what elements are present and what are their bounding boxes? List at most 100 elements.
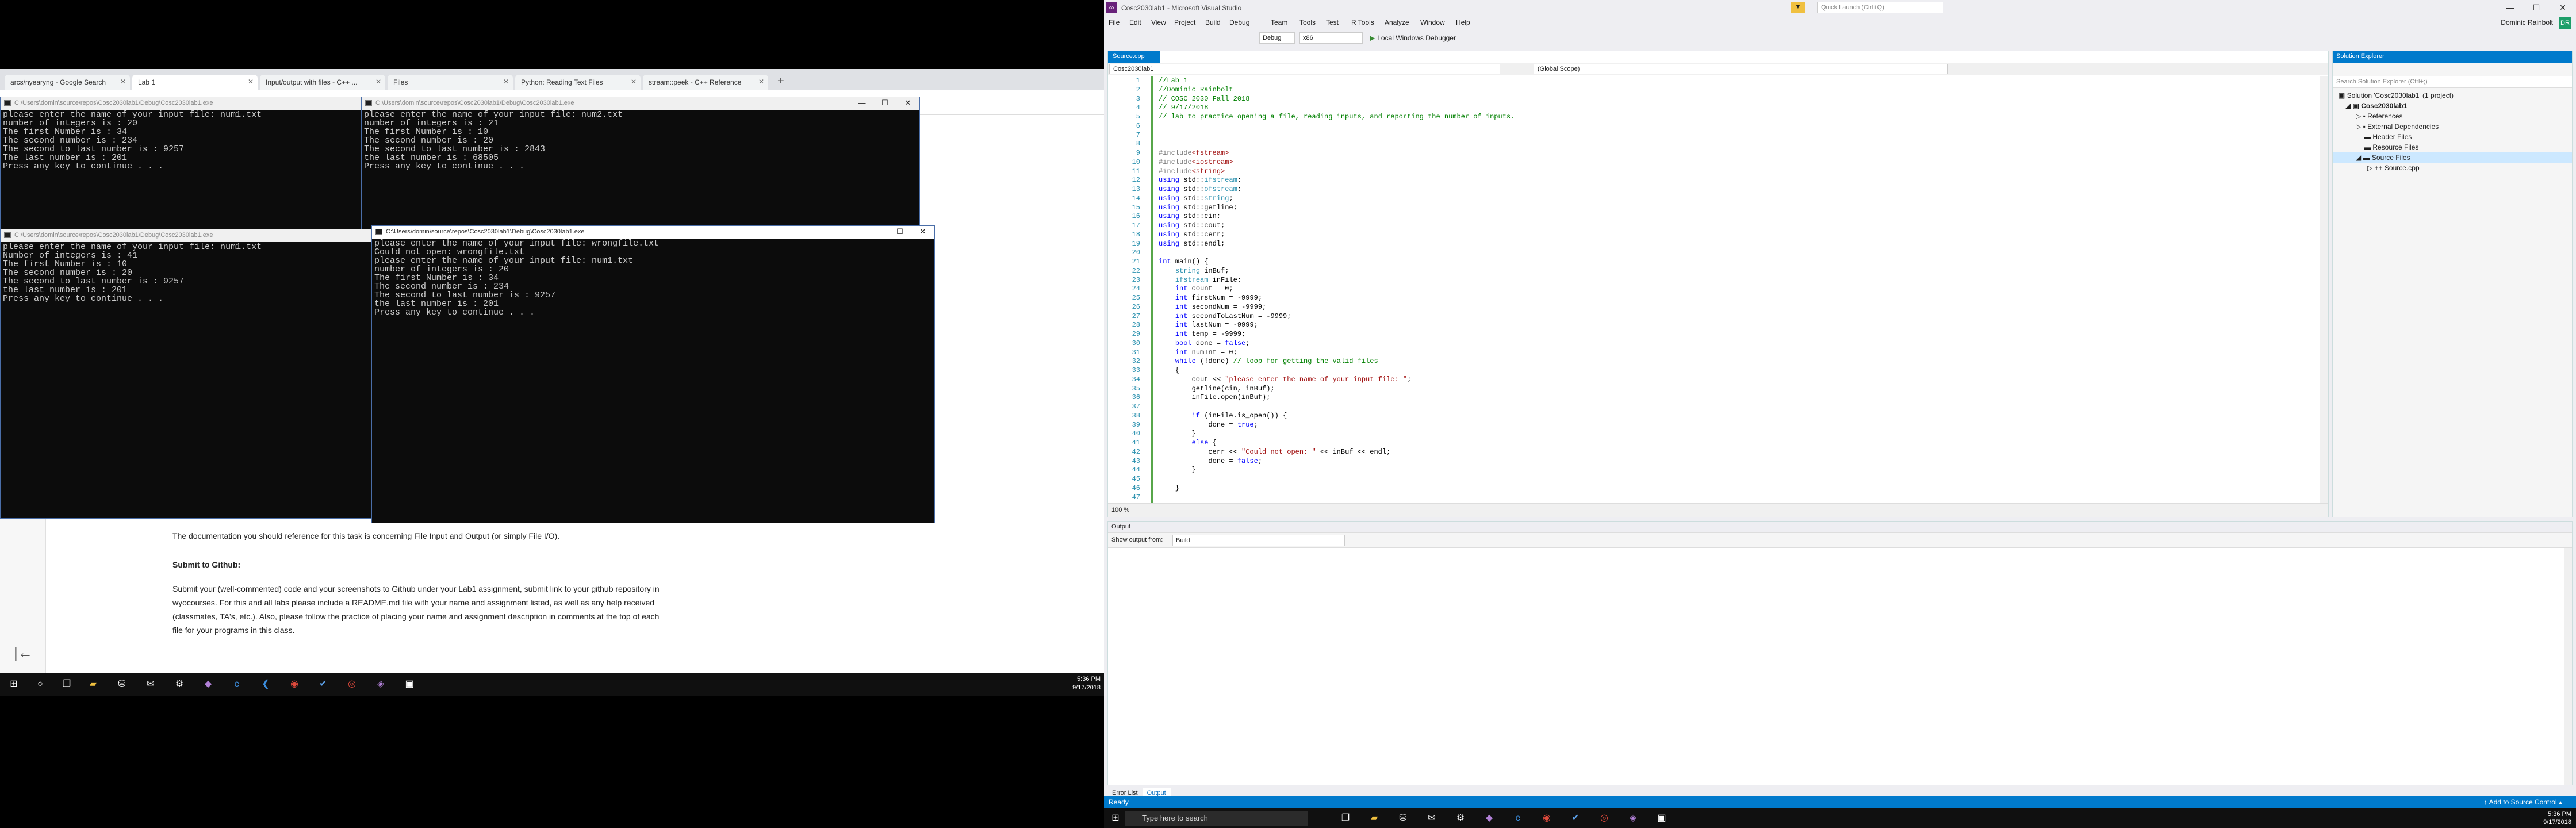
- close-icon[interactable]: ✕: [248, 78, 254, 86]
- menu-analyze[interactable]: Analyze: [1385, 18, 1409, 26]
- close-icon[interactable]: ✕: [758, 78, 764, 86]
- output-vertical-scrollbar[interactable]: [2564, 548, 2572, 785]
- chrome-icon[interactable]: ◉: [1540, 811, 1554, 825]
- tree-source-files[interactable]: ◢ ▬ Source Files: [2333, 152, 2572, 163]
- console-titlebar[interactable]: C:\Users\domin\source\repos\Cosc2030lab1…: [1, 97, 363, 110]
- tree-solution[interactable]: ▣ Solution 'Cosc2030lab1' (1 project): [2333, 90, 2572, 101]
- source-code[interactable]: //Lab 1 //Dominic Rainbolt // COSC 2030 …: [1159, 76, 1515, 493]
- tree-references[interactable]: ▷ ▪ References: [2333, 111, 2572, 121]
- browser-tab[interactable]: Python: Reading Text Files ✕: [515, 75, 641, 90]
- close-icon[interactable]: ✕: [896, 97, 919, 110]
- mail-icon[interactable]: ✉: [1425, 811, 1439, 825]
- code-area[interactable]: 1 2 3 4 5 6 7 8 9 10 11 12 13 14 15 16 1…: [1108, 76, 2328, 503]
- start-debugging-button[interactable]: ▶ Local Windows Debugger: [1370, 34, 1456, 42]
- solution-explorer-title[interactable]: Solution Explorer: [2333, 51, 2572, 63]
- new-tab-button[interactable]: +: [777, 75, 784, 88]
- menu-project[interactable]: Project: [1174, 18, 1195, 26]
- close-icon[interactable]: ✕: [911, 226, 934, 239]
- close-icon[interactable]: ✕: [375, 78, 381, 86]
- mail-icon[interactable]: ✉: [144, 677, 158, 691]
- check-app-icon[interactable]: ✔: [316, 677, 330, 691]
- visual-studio-icon[interactable]: ◆: [201, 677, 215, 691]
- browser-tab[interactable]: Files ✕: [388, 75, 513, 90]
- menu-test[interactable]: Test: [1326, 18, 1339, 26]
- tree-source-cpp[interactable]: ▷ ++ Source.cpp: [2333, 163, 2572, 173]
- menu-edit[interactable]: Edit: [1129, 18, 1141, 26]
- close-icon[interactable]: ✕: [503, 78, 509, 86]
- windows-start-icon[interactable]: ⊞: [1109, 811, 1122, 825]
- menu-help[interactable]: Help: [1456, 18, 1470, 26]
- left-clock[interactable]: 5:36 PM 9/17/2018: [1072, 675, 1101, 692]
- menu-debug[interactable]: Debug: [1229, 18, 1249, 26]
- console-taskbar-icon[interactable]: ▣: [402, 677, 416, 691]
- notification-filter-icon[interactable]: ▼: [1791, 2, 1805, 13]
- tree-resource-files[interactable]: ▬ Resource Files: [2333, 142, 2572, 152]
- console-taskbar-icon[interactable]: ▣: [1655, 811, 1669, 825]
- visual-studio-icon[interactable]: ◆: [1482, 811, 1496, 825]
- edge-icon[interactable]: e: [1511, 811, 1525, 825]
- zoom-level[interactable]: 100 %: [1108, 503, 2328, 517]
- platform-dropdown[interactable]: x86: [1300, 32, 1363, 44]
- maximize-icon[interactable]: ☐: [888, 226, 911, 239]
- taskbar-search-input[interactable]: Type here to search: [1125, 811, 1308, 826]
- minimize-icon[interactable]: —: [2497, 0, 2523, 15]
- menu-r-tools[interactable]: R Tools: [1351, 18, 1374, 26]
- output-title[interactable]: Output: [1108, 522, 2572, 533]
- editor-vertical-scrollbar[interactable]: [2320, 76, 2328, 503]
- avatar[interactable]: DR: [2559, 17, 2571, 29]
- store-icon[interactable]: ⛁: [115, 677, 129, 691]
- settings-icon[interactable]: ⚙: [172, 677, 186, 691]
- console-titlebar[interactable]: C:\Users\domin\source\repos\Cosc2030lab1…: [372, 226, 934, 239]
- browser-icon[interactable]: ◎: [1597, 811, 1611, 825]
- configuration-dropdown[interactable]: Debug: [1259, 32, 1295, 44]
- edge-icon[interactable]: e: [230, 677, 244, 691]
- console-window[interactable]: C:\Users\domin\source\repos\Cosc2030lab1…: [0, 97, 363, 232]
- menu-file[interactable]: File: [1109, 18, 1120, 26]
- chrome-icon[interactable]: ◉: [288, 677, 301, 691]
- menu-window[interactable]: Window: [1420, 18, 1445, 26]
- task-view-icon[interactable]: ❐: [1339, 811, 1352, 825]
- close-icon[interactable]: ✕: [120, 78, 126, 86]
- menu-team[interactable]: Team: [1271, 18, 1287, 26]
- collapse-sidebar-icon[interactable]: |←: [14, 644, 33, 662]
- tree-header-files[interactable]: ▬ Header Files: [2333, 132, 2572, 142]
- minimize-icon[interactable]: —: [850, 97, 873, 110]
- tree-project[interactable]: ◢ ▣ Cosc2030lab1: [2333, 101, 2572, 111]
- right-clock[interactable]: 5:36 PM 9/17/2018: [2543, 810, 2571, 826]
- global-scope-dropdown[interactable]: (Global Scope): [1534, 64, 1948, 74]
- maximize-icon[interactable]: ☐: [2523, 0, 2550, 15]
- file-explorer-icon[interactable]: ▰: [86, 677, 100, 691]
- console-titlebar[interactable]: C:\Users\domin\source\repos\Cosc2030lab1…: [1, 229, 371, 242]
- quick-launch-input[interactable]: Quick Launch (Ctrl+Q): [1817, 2, 1943, 13]
- console-titlebar[interactable]: C:\Users\domin\source\repos\Cosc2030lab1…: [362, 97, 919, 110]
- browser-tab[interactable]: arcs/nyearyng - Google Search ✕: [5, 75, 130, 90]
- tab-source-cpp[interactable]: Source.cpp: [1108, 51, 1160, 63]
- console-window[interactable]: C:\Users\domin\source\repos\Cosc2030lab1…: [0, 229, 371, 519]
- project-scope-dropdown[interactable]: Cosc2030lab1: [1109, 64, 1500, 74]
- menu-build[interactable]: Build: [1205, 18, 1221, 26]
- app-icon[interactable]: ◈: [374, 677, 388, 691]
- browser-icon[interactable]: ◎: [345, 677, 359, 691]
- browser-tab-active[interactable]: Lab 1 ✕: [132, 75, 258, 90]
- close-icon[interactable]: ✕: [2550, 0, 2576, 15]
- add-to-source-control-button[interactable]: ↑ Add to Source Control ▴: [2484, 798, 2562, 806]
- maximize-icon[interactable]: ☐: [873, 97, 896, 110]
- minimize-icon[interactable]: —: [865, 226, 888, 239]
- windows-start-icon[interactable]: ⊞: [7, 677, 21, 691]
- code-editor[interactable]: Source.cpp Cosc2030lab1 (Global Scope) 1…: [1107, 51, 2329, 518]
- settings-icon[interactable]: ⚙: [1454, 811, 1467, 825]
- output-source-dropdown[interactable]: Build: [1172, 535, 1345, 546]
- browser-tab[interactable]: stream::peek - C++ Reference ✕: [643, 75, 768, 90]
- check-app-icon[interactable]: ✔: [1569, 811, 1582, 825]
- menu-tools[interactable]: Tools: [1300, 18, 1316, 26]
- store-icon[interactable]: ⛁: [1396, 811, 1410, 825]
- task-view-icon[interactable]: ❐: [60, 677, 74, 691]
- console-window[interactable]: C:\Users\domin\source\repos\Cosc2030lab1…: [361, 97, 920, 232]
- user-name[interactable]: Dominic Rainbolt: [2501, 18, 2553, 26]
- console-window-active[interactable]: C:\Users\domin\source\repos\Cosc2030lab1…: [371, 225, 935, 523]
- app-icon[interactable]: ◈: [1626, 811, 1640, 825]
- file-explorer-icon[interactable]: ▰: [1367, 811, 1381, 825]
- browser-tab[interactable]: Input/output with files - C++ ... ✕: [260, 75, 385, 90]
- close-icon[interactable]: ✕: [631, 78, 637, 86]
- vscode-icon[interactable]: ❮: [259, 677, 273, 691]
